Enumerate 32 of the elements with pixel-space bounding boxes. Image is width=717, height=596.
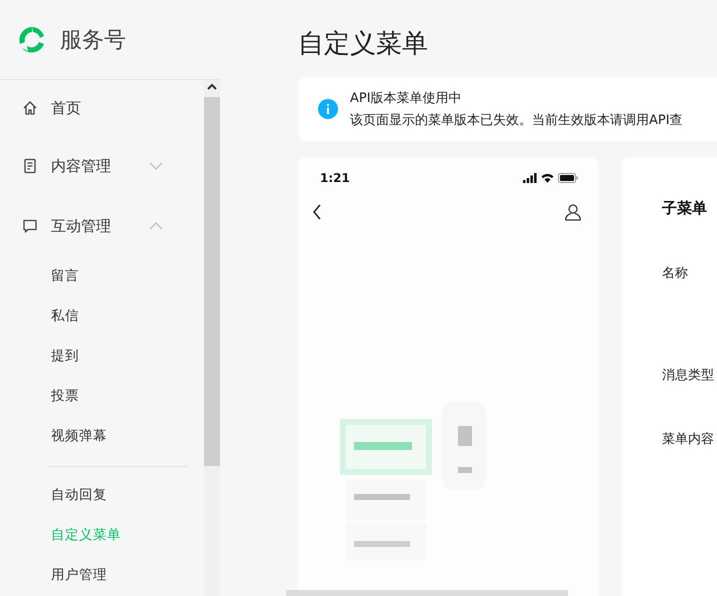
field-label: 菜单内容: [662, 431, 715, 448]
nav-item[interactable]: 互动管理: [0, 196, 204, 256]
nav-subitem[interactable]: 私信: [0, 296, 204, 336]
scrollbar[interactable]: [204, 80, 220, 596]
nav-subitem[interactable]: 视频弹幕: [0, 416, 204, 456]
panel-title: 子菜单: [662, 199, 708, 218]
nav-subitem[interactable]: 提到: [0, 336, 204, 376]
wifi-icon: [541, 173, 554, 183]
battery-icon: [558, 173, 578, 183]
home-icon: [22, 100, 38, 116]
comment-icon: [22, 218, 38, 234]
brand-name: 服务号: [60, 26, 126, 54]
field-label: 消息类型: [662, 367, 715, 384]
nav-item[interactable]: 内容管理: [0, 136, 204, 196]
chevron-down-icon: [149, 162, 163, 170]
scrollbar[interactable]: [286, 590, 568, 596]
back-icon[interactable]: [312, 204, 322, 220]
nav-subitem[interactable]: 用户管理: [0, 555, 204, 595]
status-time: 1:21: [320, 171, 350, 185]
user-icon[interactable]: [564, 203, 582, 221]
page-title: 自定义菜单: [298, 28, 429, 60]
nav-subitem[interactable]: 自动回复: [0, 475, 204, 515]
notice-title: API版本菜单使用中: [350, 90, 463, 107]
info-icon: [318, 99, 338, 119]
field-label: 名称: [662, 265, 689, 282]
notice-text: 该页面显示的菜单版本已失效。当前生效版本请调用API查: [350, 112, 683, 129]
chevron-up-icon: [149, 222, 163, 230]
document-icon: [22, 158, 38, 174]
nav-subitem[interactable]: 留言: [0, 256, 204, 296]
nav-item[interactable]: 首页: [0, 80, 204, 136]
signal-icon: [523, 173, 537, 183]
nav-subitem[interactable]: 投票: [0, 376, 204, 416]
